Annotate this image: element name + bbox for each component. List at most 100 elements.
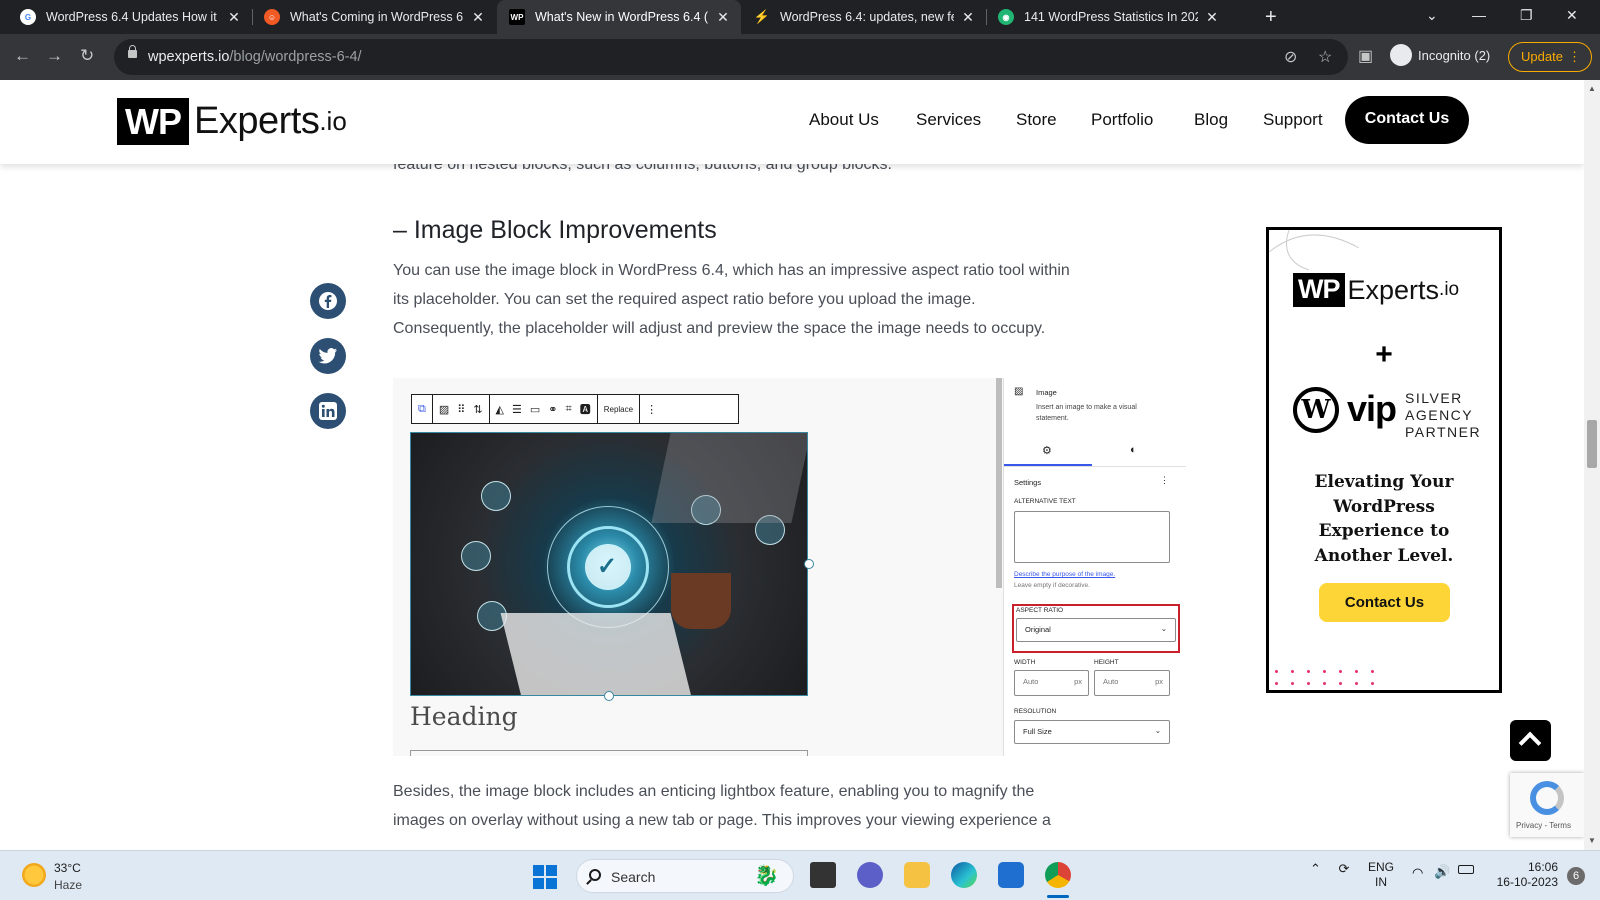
contact-us-button[interactable]: Contact Us	[1345, 96, 1469, 144]
styles-tab-contrast-icon[interactable]: ◐	[1130, 444, 1137, 456]
duotone-icon[interactable]: ◭	[496, 403, 504, 416]
close-tab-icon[interactable]: ✕	[226, 9, 242, 26]
url-text[interactable]: wpexperts.io/blog/wordpress-6-4/	[148, 49, 362, 65]
linkedin-share-button[interactable]	[310, 393, 346, 429]
more-options-icon[interactable]: ⋮	[646, 403, 657, 416]
resolution-select[interactable]: Full Size ⌄	[1014, 720, 1170, 744]
lock-icon[interactable]	[128, 45, 137, 58]
start-windows-icon[interactable]	[533, 865, 557, 889]
chrome-icon[interactable]	[1045, 862, 1071, 888]
page-scrollbar[interactable]: ▲ ▼	[1584, 80, 1600, 850]
settings-panel-title[interactable]: Settings	[1014, 478, 1041, 487]
weather-sun-icon[interactable]	[22, 863, 46, 887]
editor-scrollbar[interactable]	[996, 378, 1002, 588]
height-input[interactable]: Auto px	[1094, 670, 1170, 696]
paragraph-placeholder[interactable]	[410, 750, 808, 756]
alt-text-help-link[interactable]: Describe the purpose of the image.	[1014, 571, 1115, 578]
forward-icon[interactable]: →	[46, 46, 63, 66]
battery-icon[interactable]	[1458, 865, 1474, 874]
edge-icon[interactable]	[951, 862, 977, 888]
taskbar-search[interactable]: Search 🐉	[576, 859, 794, 893]
menu-dots-icon[interactable]: ⋮	[1568, 43, 1581, 71]
image-icon[interactable]: ▨	[439, 403, 449, 416]
decorative-dot	[1339, 682, 1342, 685]
restore-icon[interactable]: ❐	[1520, 7, 1533, 24]
nav-services[interactable]: Services	[916, 110, 981, 130]
browser-tab[interactable]: G WordPress 6.4 Updates How it c ✕	[8, 0, 252, 34]
caption-icon[interactable]: ▭	[530, 403, 540, 416]
settings-tab-gear-icon[interactable]: ⚙	[1042, 444, 1052, 457]
task-view-icon[interactable]	[810, 862, 836, 888]
reload-icon[interactable]: ↻	[80, 46, 94, 66]
block-type-icon[interactable]: ⧉	[418, 403, 426, 416]
toolbar-group: ▨ ⠿ ⇅	[433, 395, 490, 423]
recaptcha-badge[interactable]: Privacy - Terms	[1510, 773, 1584, 837]
ad-contact-button[interactable]: Contact Us	[1319, 583, 1450, 622]
image-block-icon: ▨	[1014, 386, 1024, 397]
facebook-share-button[interactable]	[310, 283, 346, 319]
drag-handle-icon[interactable]: ⠿	[457, 403, 465, 416]
heading-placeholder[interactable]: Heading	[410, 702, 518, 731]
close-tab-icon[interactable]: ✕	[715, 9, 731, 26]
nav-about-us[interactable]: About Us	[809, 110, 879, 130]
update-button[interactable]: Update ⋮	[1508, 42, 1592, 72]
wifi-icon[interactable]: ◠	[1412, 865, 1423, 881]
store-icon[interactable]	[998, 862, 1024, 888]
resize-handle[interactable]	[804, 559, 814, 569]
selected-image[interactable]: ✓	[410, 432, 808, 696]
resize-handle[interactable]	[604, 691, 614, 701]
star-icon[interactable]: ☆	[1318, 47, 1332, 67]
teams-chat-icon[interactable]	[857, 862, 883, 888]
close-window-icon[interactable]: ✕	[1566, 7, 1578, 24]
browser-tab-active[interactable]: WP What's New in WordPress 6.4 (Fe ✕	[497, 0, 741, 34]
chevron-up-icon[interactable]: ⌃	[1310, 861, 1321, 876]
nav-support[interactable]: Support	[1263, 110, 1323, 130]
decorative-dot	[1339, 670, 1342, 673]
close-tab-icon[interactable]: ✕	[960, 9, 976, 26]
volume-icon[interactable]: 🔊	[1434, 864, 1450, 880]
browser-tab[interactable]: ☺ What's Coming in WordPress 6.4 ✕	[252, 0, 496, 34]
settings-menu-icon[interactable]: ⋮	[1160, 475, 1169, 486]
new-tab-icon[interactable]: +	[1265, 6, 1277, 28]
scroll-down-arrow-icon[interactable]: ▼	[1588, 836, 1596, 845]
nav-store[interactable]: Store	[1016, 110, 1057, 130]
sidebar-ad[interactable]: WP Experts .io + W vip SILVER AGENCY PARTN…	[1266, 227, 1502, 693]
align-icon[interactable]: ☰	[512, 403, 522, 416]
side-panel-icon[interactable]: ▣	[1358, 46, 1373, 66]
minimize-icon[interactable]: —	[1472, 7, 1486, 23]
text-overlay-icon[interactable]: 🅰	[580, 401, 591, 417]
link-icon[interactable]: ⚭	[548, 403, 557, 416]
language-indicator[interactable]: ENG IN	[1368, 860, 1394, 890]
weather-condition[interactable]: Haze	[54, 878, 82, 892]
close-tab-icon[interactable]: ✕	[470, 9, 486, 26]
notification-badge[interactable]: 6	[1567, 867, 1585, 885]
aspect-ratio-select[interactable]: Original ⌄	[1016, 618, 1176, 642]
move-icon[interactable]: ⇅	[473, 403, 482, 416]
scroll-to-top-button[interactable]	[1510, 720, 1551, 761]
weather-temperature[interactable]: 33°C	[54, 861, 81, 875]
tab-search-icon[interactable]: ⌄	[1426, 7, 1438, 24]
height-unit: px	[1155, 677, 1163, 686]
eye-off-icon[interactable]: ⊘	[1284, 47, 1297, 67]
crop-icon[interactable]: ⌗	[566, 403, 572, 416]
decorative-dot	[1275, 682, 1278, 685]
recaptcha-links[interactable]: Privacy - Terms	[1516, 821, 1571, 830]
file-explorer-icon[interactable]	[904, 862, 930, 888]
browser-tab[interactable]: ⚡ WordPress 6.4: updates, new fea ✕	[742, 0, 986, 34]
back-icon[interactable]: ←	[14, 46, 31, 66]
replace-button[interactable]: Replace	[598, 395, 641, 423]
nav-portfolio[interactable]: Portfolio	[1091, 110, 1153, 130]
scrollbar-thumb[interactable]	[1587, 420, 1597, 468]
nav-blog[interactable]: Blog	[1194, 110, 1228, 130]
close-tab-icon[interactable]: ✕	[1204, 9, 1220, 26]
browser-tab[interactable]: ◉ 141 WordPress Statistics In 2023 ✕	[986, 0, 1230, 34]
scroll-up-arrow-icon[interactable]: ▲	[1588, 84, 1596, 93]
site-logo[interactable]: WP Experts .io	[117, 98, 347, 145]
twitter-share-button[interactable]	[310, 338, 346, 374]
width-input[interactable]: Auto px	[1014, 670, 1089, 696]
profile-button[interactable]: Incognito (2)	[1390, 44, 1490, 66]
clock[interactable]: 16:06 16-10-2023	[1494, 860, 1558, 890]
address-bar[interactable]: wpexperts.io/blog/wordpress-6-4/ ⊘ ☆	[114, 39, 1348, 75]
alt-text-field[interactable]	[1014, 511, 1170, 563]
sync-icon[interactable]: ⟳	[1339, 861, 1350, 876]
